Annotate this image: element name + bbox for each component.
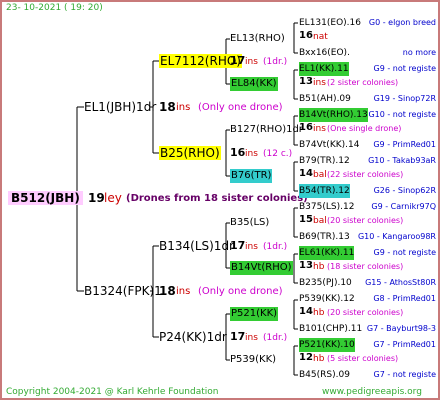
gen3-name[interactable]: B76(TR) bbox=[230, 169, 273, 183]
gen3-name[interactable]: B127(RHO)1dr bbox=[230, 123, 303, 137]
gen2-name[interactable]: P24(KK)1dr bbox=[159, 330, 227, 344]
gen2-num: 17 bbox=[230, 330, 246, 343]
gen4-note: (20 sister colonies) bbox=[327, 308, 404, 317]
gen1-num: 18 bbox=[159, 100, 176, 114]
gen3-name[interactable]: B35(LS) bbox=[230, 216, 269, 230]
gen4-name[interactable]: EL61(KK).11 bbox=[299, 246, 355, 260]
gen4-suffix: bal bbox=[313, 216, 327, 226]
gen4-location: no more bbox=[402, 48, 436, 57]
gen2-num: 17 bbox=[230, 239, 246, 252]
gen4-location: G9 - not registe bbox=[373, 64, 436, 73]
gen4-location: G9 - PrimRed01 bbox=[373, 140, 436, 149]
gen3-name[interactable]: P539(KK) bbox=[230, 353, 276, 367]
gen3-name[interactable]: B14Vt(RHO) bbox=[230, 261, 293, 275]
gen4-name[interactable]: EL131(EO).16 bbox=[299, 16, 361, 30]
gen4-name[interactable]: 16 bbox=[299, 29, 313, 43]
gen1-suffix: ins bbox=[176, 102, 191, 113]
gen4-location: G10 - not registe bbox=[368, 110, 436, 119]
gen4-name[interactable]: 15 bbox=[299, 213, 313, 227]
root-suffix: ley bbox=[104, 191, 122, 205]
gen4-name[interactable]: 16 bbox=[299, 121, 313, 135]
gen4-location: G19 - Sinop72R bbox=[373, 94, 436, 103]
gen4-name[interactable]: 14 bbox=[299, 305, 313, 319]
gen4-name[interactable]: P539(KK).12 bbox=[299, 292, 355, 306]
gen4-suffix: nat bbox=[313, 32, 328, 42]
gen4-note: (20 sister colonies) bbox=[327, 216, 404, 225]
gen4-location: G10 - Kangaroo98R bbox=[357, 232, 436, 241]
gen4-name[interactable]: EL1(KK).11 bbox=[299, 62, 349, 76]
gen4-name[interactable]: B69(TR).13 bbox=[299, 230, 350, 244]
gen2-num: 16 bbox=[230, 146, 246, 159]
gen2-note: (1dr.) bbox=[263, 242, 288, 252]
gen1-name[interactable]: EL1(JBH)1dr bbox=[84, 100, 156, 114]
gen2-note: (1dr.) bbox=[263, 333, 288, 343]
gen1-name[interactable]: B1324(FPK)1 bbox=[84, 284, 162, 298]
gen4-name[interactable]: B375(LS).12 bbox=[299, 200, 354, 214]
gen1-note: (Only one drone) bbox=[198, 102, 283, 113]
gen2-suffix: ins bbox=[245, 242, 258, 252]
gen4-note: (22 sister colonies) bbox=[327, 170, 404, 179]
gen3-name[interactable]: EL84(KK) bbox=[230, 77, 278, 91]
footer-url[interactable]: www.pedigreeapis.org bbox=[322, 385, 422, 399]
gen4-suffix: bal bbox=[313, 170, 327, 180]
gen4-name[interactable]: B14Vt(RHO).13 bbox=[299, 108, 368, 122]
gen2-num: 17 bbox=[230, 54, 246, 67]
gen3-name[interactable]: P521(KK) bbox=[230, 307, 279, 321]
gen1-num: 18 bbox=[159, 284, 176, 298]
gen2-suffix: ins bbox=[245, 149, 258, 159]
header-date: 23- 10-2021 ( 19: 20) bbox=[6, 3, 103, 13]
gen4-name[interactable]: B51(AH).09 bbox=[299, 92, 351, 106]
gen4-name[interactable]: 13 bbox=[299, 75, 313, 89]
gen4-name[interactable]: B101(CHP).11 bbox=[299, 322, 362, 336]
gen4-note: (One single drone) bbox=[327, 124, 402, 133]
gen1-suffix: ins bbox=[176, 286, 191, 297]
gen4-suffix: ins bbox=[313, 78, 326, 88]
gen2-suffix: ins bbox=[245, 333, 258, 343]
gen2-note: (12 c.) bbox=[263, 149, 293, 159]
gen4-location: G7 - Bayburt98-3 bbox=[366, 324, 436, 333]
gen4-name[interactable]: 14 bbox=[299, 167, 313, 181]
gen4-name[interactable]: B79(TR).12 bbox=[299, 154, 350, 168]
gen4-location: G9 - Carnikr97Q bbox=[371, 202, 436, 211]
gen4-note: (18 sister colonies) bbox=[327, 262, 404, 271]
gen2-name[interactable]: B25(RHO) bbox=[159, 146, 221, 160]
gen4-location: G7 - not registe bbox=[373, 370, 436, 379]
gen4-name[interactable]: B74Vt(KK).14 bbox=[299, 138, 359, 152]
gen2-note: (1dr.) bbox=[263, 57, 288, 67]
gen4-location: G0 - elgon breed bbox=[368, 18, 436, 27]
gen4-suffix: hb bbox=[313, 308, 325, 318]
gen4-name[interactable]: B235(PJ).10 bbox=[299, 276, 352, 290]
gen4-suffix: ins bbox=[313, 124, 326, 134]
gen4-location: G15 - AthosSt80R bbox=[365, 278, 436, 287]
gen4-name[interactable]: 13 bbox=[299, 259, 313, 273]
gen4-location: G9 - not registe bbox=[373, 248, 436, 257]
gen2-suffix: ins bbox=[245, 57, 258, 67]
footer-copyright: Copyright 2004-2021 @ Karl Kehrle Founda… bbox=[6, 387, 219, 397]
gen4-name[interactable]: B45(RS).09 bbox=[299, 368, 350, 382]
gen4-location: G26 - Sinop62R bbox=[373, 186, 436, 195]
root-name[interactable]: B512(JBH) bbox=[8, 191, 83, 205]
gen1-note: (Only one drone) bbox=[198, 286, 283, 297]
gen4-name[interactable]: B54(TR).12 bbox=[299, 184, 350, 198]
gen4-suffix: hb bbox=[313, 354, 325, 364]
root-num: 19 bbox=[88, 191, 105, 205]
gen4-note: (5 sister colonies) bbox=[327, 354, 399, 363]
gen4-location: G8 - PrimRed01 bbox=[373, 294, 436, 303]
root-note: (Drones from 18 sister colonies) bbox=[126, 193, 308, 204]
gen4-location: G7 - PrimRed01 bbox=[373, 340, 436, 349]
gen4-name[interactable]: 12 bbox=[299, 351, 313, 365]
gen3-name[interactable]: EL13(RHO) bbox=[230, 32, 285, 46]
gen4-suffix: hb bbox=[313, 262, 325, 272]
gen4-note: (2 sister colonies) bbox=[327, 78, 399, 87]
gen2-name[interactable]: B134(LS)1dr bbox=[159, 239, 234, 253]
gen4-location: G10 - Takab93aR bbox=[368, 156, 436, 165]
gen4-name[interactable]: P521(KK).10 bbox=[299, 338, 355, 352]
gen4-name[interactable]: Bxx16(EO). bbox=[299, 46, 350, 60]
